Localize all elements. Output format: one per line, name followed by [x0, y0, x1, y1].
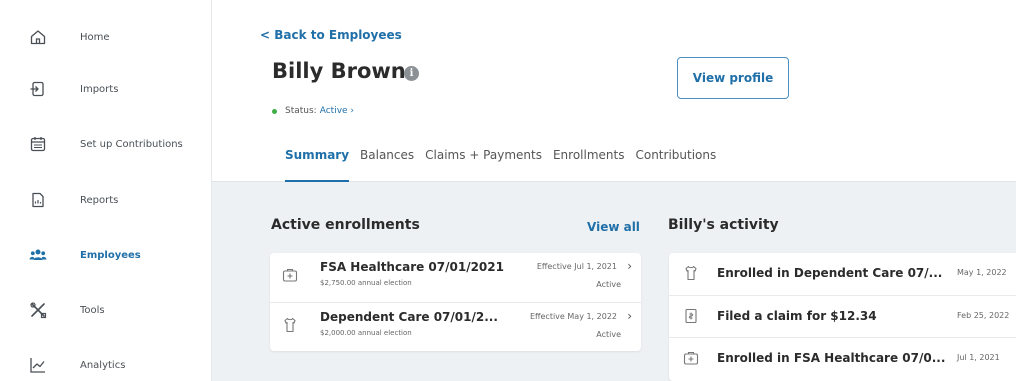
- enrollment-election: $2,750.00 annual election: [320, 279, 412, 287]
- activity-date: Feb 25, 2022: [957, 311, 1010, 320]
- main-panel: < Back to Employees Billy Brown i Status…: [212, 0, 1016, 381]
- activity-date: May 1, 2022: [957, 268, 1007, 277]
- tools-icon: [29, 301, 47, 319]
- people-icon: [29, 246, 47, 264]
- activity-title-text: Enrolled in Dependent Care 07/...: [717, 266, 943, 280]
- view-profile-button[interactable]: View profile: [677, 57, 789, 99]
- sidebar-item-label: Employees: [80, 249, 141, 261]
- status-line: Status: Active ›: [272, 106, 354, 116]
- activity-title-text: Filed a claim for $12.34: [717, 309, 877, 323]
- activity-card: Enrolled in Dependent Care 07/... May 1,…: [669, 253, 1016, 381]
- sidebar-item-tools[interactable]: Tools: [0, 290, 212, 330]
- analytics-icon: [29, 356, 47, 374]
- sidebar-item-label: Reports: [80, 194, 119, 206]
- status-label: Status:: [285, 106, 317, 116]
- sidebar: Home Imports Set up Contributions Report…: [0, 0, 212, 381]
- activity-item[interactable]: Filed a claim for $12.34 Feb 25, 2022: [669, 295, 1016, 337]
- enrollment-item[interactable]: FSA Healthcare 07/01/2021 $2,750.00 annu…: [270, 253, 641, 300]
- medical-kit-icon: [282, 267, 298, 283]
- medical-kit-icon: [683, 350, 699, 366]
- status-dot: [272, 108, 277, 114]
- enrollment-title: Dependent Care 07/01/2...: [320, 310, 498, 324]
- activity-item[interactable]: Enrolled in FSA Healthcare 07/0... Jul 1…: [669, 337, 1016, 379]
- report-icon: [29, 191, 47, 209]
- enrollment-status: Active: [596, 330, 621, 339]
- app-window: Home Imports Set up Contributions Report…: [0, 0, 1016, 381]
- enrollment-election: $2,000.00 annual election: [320, 329, 412, 337]
- enrollment-title: FSA Healthcare 07/01/2021: [320, 260, 504, 274]
- home-icon: [29, 28, 47, 46]
- enrollment-effective-date: Effective May 1, 2022: [529, 312, 617, 321]
- employee-name: Billy Brown: [272, 59, 406, 83]
- shirt-icon: [282, 317, 298, 333]
- tab-balances[interactable]: Balances: [360, 148, 414, 182]
- enrollment-status: Active: [596, 280, 621, 289]
- enrollments-card: FSA Healthcare 07/01/2021 $2,750.00 annu…: [270, 253, 641, 351]
- summary-content: Active enrollments View all FSA Healthca…: [212, 182, 1016, 381]
- tab-bar: Summary Balances Claims + Payments Enrol…: [285, 148, 727, 182]
- sidebar-item-employees[interactable]: Employees: [0, 235, 212, 275]
- enrollment-item[interactable]: Dependent Care 07/01/2... $2,000.00 annu…: [270, 302, 641, 349]
- sidebar-item-imports[interactable]: Imports: [0, 69, 212, 109]
- info-icon[interactable]: i: [404, 66, 419, 81]
- employee-header: < Back to Employees Billy Brown i Status…: [212, 0, 1016, 182]
- calendar-icon: [29, 135, 47, 153]
- import-icon: [29, 80, 47, 98]
- activity-item[interactable]: Enrolled in Dependent Care 07/... May 1,…: [669, 253, 1016, 295]
- view-all-link[interactable]: View all: [587, 220, 640, 234]
- back-to-employees-link[interactable]: < Back to Employees: [260, 28, 402, 42]
- sidebar-item-label: Analytics: [80, 359, 126, 371]
- sidebar-item-label: Set up Contributions: [80, 138, 183, 150]
- shirt-icon: [683, 265, 699, 281]
- tab-enrollments[interactable]: Enrollments: [553, 148, 625, 182]
- sidebar-item-home[interactable]: Home: [0, 17, 212, 57]
- activity-title-text: Enrolled in FSA Healthcare 07/0...: [717, 351, 946, 365]
- sidebar-item-label: Tools: [80, 304, 105, 316]
- tab-contributions[interactable]: Contributions: [635, 148, 716, 182]
- status-value-link[interactable]: Active ›: [320, 106, 354, 116]
- sidebar-item-analytics[interactable]: Analytics: [0, 345, 212, 381]
- sidebar-item-label: Home: [80, 31, 110, 43]
- activity-date: Jul 1, 2021: [957, 353, 1000, 362]
- enrollment-effective-date: Effective Jul 1, 2021: [536, 262, 617, 271]
- chevron-right-icon[interactable]: ›: [627, 259, 632, 273]
- sidebar-item-label: Imports: [80, 83, 119, 95]
- chevron-right-icon[interactable]: ›: [627, 309, 632, 323]
- receipt-icon: [683, 308, 699, 324]
- activity-title: Billy's activity: [668, 217, 779, 233]
- sidebar-item-reports[interactable]: Reports: [0, 180, 212, 220]
- sidebar-item-setup-contributions[interactable]: Set up Contributions: [0, 124, 212, 164]
- tab-claims-payments[interactable]: Claims + Payments: [425, 148, 542, 182]
- active-enrollments-title: Active enrollments: [271, 217, 420, 233]
- tab-summary[interactable]: Summary: [285, 148, 350, 182]
